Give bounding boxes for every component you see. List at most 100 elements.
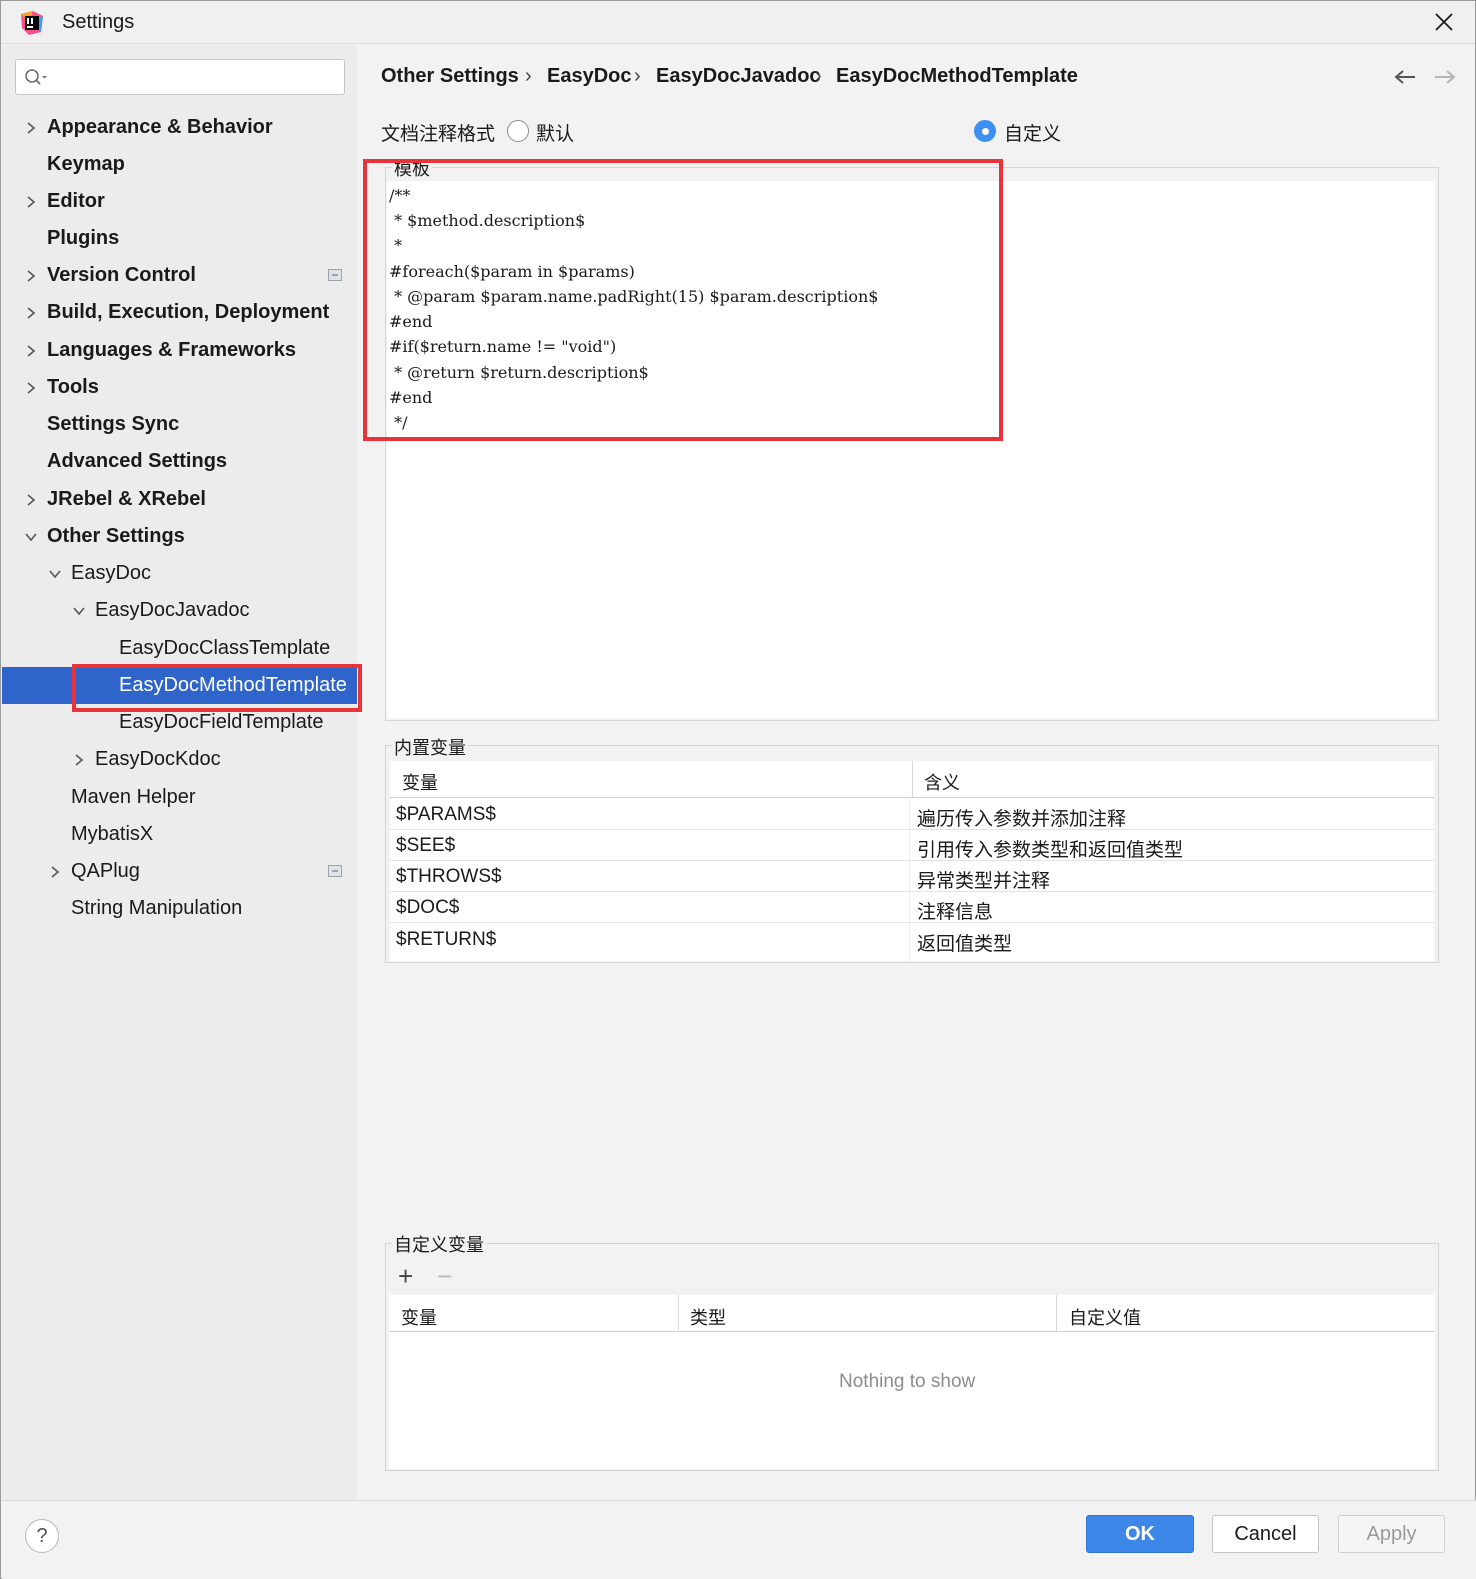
chevron-right-icon [27, 344, 36, 357]
sidebar-item-label: Appearance & Behavior [47, 116, 273, 138]
table-cell[interactable]: $DOC$ [396, 897, 459, 919]
ok-button[interactable]: OK [1086, 1515, 1194, 1553]
sidebar-item-string-manipulation[interactable]: String Manipulation [2, 890, 357, 927]
sidebar-item-easydocmethodtemplate[interactable]: EasyDocMethodTemplate [2, 667, 357, 704]
table-cell[interactable]: $SEE$ [396, 835, 455, 857]
cancel-button[interactable]: Cancel [1212, 1515, 1319, 1553]
row-divider [390, 891, 1434, 892]
template-editor[interactable]: /** * $method.description$ * #foreach($p… [387, 181, 1435, 718]
sidebar-item-other-settings[interactable]: Other Settings [2, 518, 357, 555]
breadcrumb-easydocmethodtemplate: EasyDocMethodTemplate [836, 65, 1078, 87]
add-variable-button[interactable]: + [398, 1261, 413, 1292]
close-button[interactable] [1429, 7, 1459, 37]
code-line: * @param $param.name.padRight(15) $param… [389, 287, 879, 306]
header-divider [390, 797, 1434, 798]
column-header-type[interactable]: 类型 [690, 1304, 726, 1330]
sidebar-item-label: EasyDocMethodTemplate [119, 674, 347, 696]
sidebar-item-appearance-behavior[interactable]: Appearance & Behavior [2, 109, 357, 146]
settings-sidebar: Appearance & Behavior Keymap Editor Plug… [2, 45, 357, 1500]
table-cell[interactable]: $RETURN$ [396, 929, 496, 951]
sidebar-item-easydocjavadoc[interactable]: EasyDocJavadoc [2, 592, 357, 629]
sidebar-item-plugins[interactable]: Plugins [2, 220, 357, 257]
code-line: #if($return.name != "void") [389, 337, 617, 356]
sidebar-item-build-execution-deployment[interactable]: Build, Execution, Deployment [2, 294, 357, 331]
row-divider [390, 860, 1434, 861]
table-cell[interactable]: 遍历传入参数并添加注释 [917, 804, 1126, 831]
sidebar-item-label: String Manipulation [71, 897, 243, 919]
radio-default[interactable] [507, 120, 529, 142]
table-cell[interactable]: $THROWS$ [396, 866, 502, 888]
radio-custom[interactable] [974, 120, 996, 142]
sidebar-item-label: Settings Sync [47, 413, 180, 435]
breadcrumb-separator: › [525, 65, 532, 87]
sidebar-item-settings-sync[interactable]: Settings Sync [2, 406, 357, 443]
empty-state-text: Nothing to show [839, 1371, 976, 1392]
sidebar-item-label: Editor [47, 190, 105, 212]
chevron-right-icon [27, 195, 36, 208]
title-bar: Settings [1, 1, 1475, 44]
column-header-variable[interactable]: 变量 [401, 1304, 437, 1330]
chevron-down-icon [49, 569, 61, 578]
sidebar-item-easydocfieldtemplate[interactable]: EasyDocFieldTemplate [2, 704, 357, 741]
sidebar-item-version-control[interactable]: Version Control [2, 257, 357, 294]
breadcrumb-separator: › [815, 65, 822, 87]
apply-button[interactable]: Apply [1338, 1515, 1445, 1553]
sidebar-item-languages-frameworks[interactable]: Languages & Frameworks [2, 332, 357, 369]
remove-variable-button[interactable]: − [437, 1261, 452, 1292]
sidebar-item-label: Other Settings [47, 525, 185, 547]
project-settings-icon [328, 269, 342, 281]
sidebar-item-label: EasyDocClassTemplate [119, 637, 331, 659]
sidebar-item-label: EasyDocJavadoc [95, 599, 250, 621]
sidebar-item-easydockdoc[interactable]: EasyDocKdoc [2, 741, 357, 778]
sidebar-item-qaplug[interactable]: QAPlug [2, 853, 357, 890]
custom-vars-table: 变量 类型 自定义值 Nothing to show [389, 1295, 1435, 1469]
back-arrow-icon[interactable] [1391, 63, 1419, 91]
code-line: #end [389, 388, 433, 407]
sidebar-item-editor[interactable]: Editor [2, 183, 357, 220]
chevron-right-icon [27, 121, 36, 134]
chevron-right-icon [27, 306, 36, 319]
forward-arrow-icon[interactable] [1431, 63, 1459, 91]
sidebar-item-label: MybatisX [71, 823, 154, 845]
table-cell[interactable]: 引用传入参数类型和返回值类型 [917, 835, 1183, 862]
breadcrumb-easydoc[interactable]: EasyDoc [547, 65, 632, 91]
code-line: * [389, 236, 403, 255]
breadcrumb-easydocjavadoc[interactable]: EasyDocJavadoc [656, 65, 821, 91]
window-title: Settings [62, 11, 135, 33]
intellij-app-icon [21, 11, 43, 35]
project-settings-icon [328, 865, 342, 877]
sidebar-item-label: Advanced Settings [47, 450, 228, 472]
sidebar-item-label: EasyDoc [71, 562, 152, 584]
sidebar-item-mybatisx[interactable]: MybatisX [2, 816, 357, 853]
sidebar-item-jrebel-xrebel[interactable]: JRebel & XRebel [2, 481, 357, 518]
column-divider [1056, 1295, 1057, 1331]
column-divider [912, 761, 913, 797]
help-button[interactable]: ? [25, 1519, 59, 1553]
custom-vars-legend: 自定义变量 [392, 1231, 486, 1257]
breadcrumb-separator: › [634, 65, 641, 87]
sidebar-item-label: Keymap [47, 153, 125, 175]
column-header-custom-value[interactable]: 自定义值 [1069, 1304, 1141, 1330]
sidebar-item-label: JRebel & XRebel [47, 488, 206, 510]
table-cell[interactable]: 注释信息 [917, 897, 993, 924]
dialog-footer: ? OK Cancel Apply [2, 1500, 1476, 1579]
sidebar-item-label: EasyDocFieldTemplate [119, 711, 324, 733]
sidebar-item-easydoc[interactable]: EasyDoc [2, 555, 357, 592]
radio-custom-label[interactable]: 自定义 [1004, 119, 1061, 146]
sidebar-item-keymap[interactable]: Keymap [2, 146, 357, 183]
column-header-meaning[interactable]: 含义 [924, 769, 960, 795]
radio-default-label[interactable]: 默认 [536, 119, 574, 146]
sidebar-item-advanced-settings[interactable]: Advanced Settings [2, 443, 357, 480]
sidebar-item-easydocclasstemplate[interactable]: EasyDocClassTemplate [2, 630, 357, 667]
search-input[interactable] [15, 59, 345, 95]
sidebar-item-maven-helper[interactable]: Maven Helper [2, 779, 357, 816]
table-cell[interactable]: 返回值类型 [917, 929, 1012, 956]
template-legend: 模板 [392, 155, 432, 181]
sidebar-item-label: Version Control [47, 264, 196, 286]
breadcrumb-other-settings[interactable]: Other Settings [381, 65, 519, 91]
column-header-variable[interactable]: 变量 [402, 769, 438, 795]
sidebar-item-tools[interactable]: Tools [2, 369, 357, 406]
table-cell[interactable]: 异常类型并注释 [917, 866, 1050, 893]
column-divider [678, 1295, 679, 1331]
table-cell[interactable]: $PARAMS$ [396, 804, 496, 826]
